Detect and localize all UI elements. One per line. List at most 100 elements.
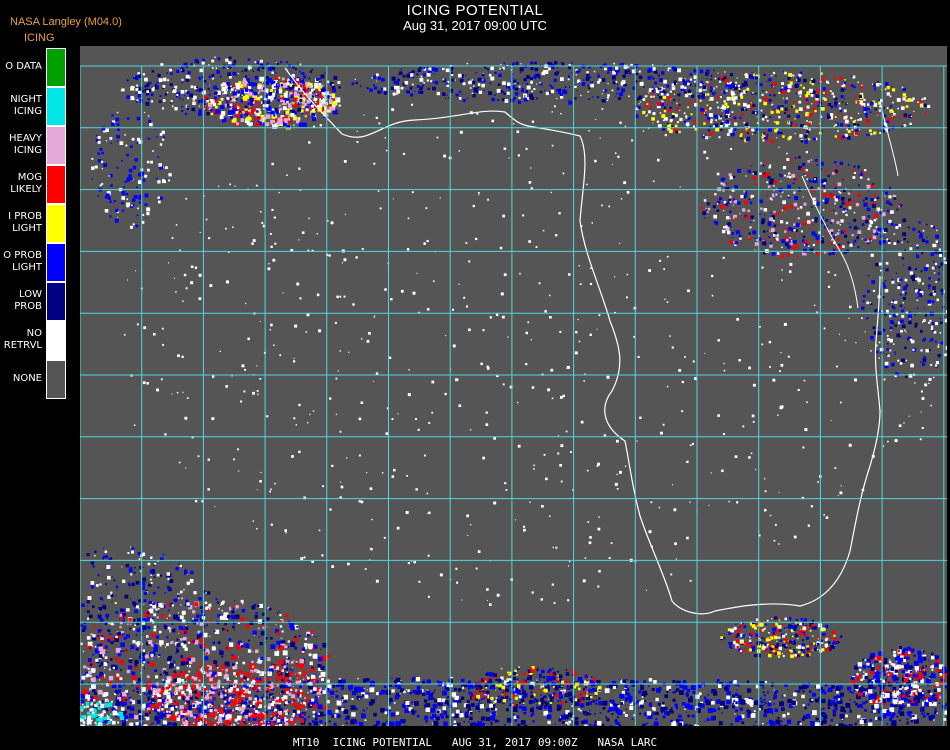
cloud-pixel <box>108 658 111 660</box>
cloud-pixel <box>886 667 888 669</box>
cloud-pixel <box>826 690 829 692</box>
cloud-pixel <box>279 625 283 628</box>
cloud-pixel <box>85 674 89 678</box>
cloud-pixel <box>726 133 730 136</box>
cloud-pixel <box>822 627 826 631</box>
cloud-pixel <box>227 86 231 90</box>
cloud-pixel <box>851 676 855 681</box>
cloud-pixel <box>575 725 580 726</box>
cloud-pixel <box>579 709 582 712</box>
cloud-pixel <box>674 691 677 693</box>
cloud-pixel <box>899 699 901 701</box>
cloud-pixel <box>822 719 827 724</box>
cloud-pixel <box>670 707 673 710</box>
cloud-pixel <box>131 550 134 554</box>
cloud-pixel <box>259 90 261 92</box>
cloud-pixel <box>549 702 552 704</box>
cloud-pixel <box>320 671 326 677</box>
cloud-pixel <box>169 83 173 87</box>
cloud-pixel <box>797 645 802 649</box>
cloud-pixel <box>224 689 227 692</box>
cloud-pixel <box>253 117 257 120</box>
cloud-pixel <box>567 725 569 726</box>
cloud-pixel <box>279 614 282 617</box>
cloud-pixel <box>764 701 767 704</box>
cloud-pixel <box>134 624 136 627</box>
cloud-pixel <box>327 676 330 679</box>
cloud-pixel <box>736 629 741 633</box>
cloud-pixel <box>798 685 803 690</box>
cloud-pixel <box>266 76 269 80</box>
cloud-pixel <box>531 712 535 716</box>
cloud-pixel <box>244 715 248 719</box>
cloud-pixel <box>276 110 279 114</box>
cloud-pixel <box>132 640 136 644</box>
cloud-pixel <box>480 691 484 695</box>
cloud-pixel <box>185 707 188 709</box>
cloud-pixel <box>267 721 270 723</box>
cloud-pixel <box>762 691 765 694</box>
cloud-pixel <box>489 673 494 677</box>
cloud-pixel <box>155 635 160 639</box>
cloud-pixel <box>194 606 197 608</box>
cloud-pixel <box>180 638 183 641</box>
cloud-pixel <box>730 118 732 120</box>
cloud-pixel <box>693 119 697 123</box>
cloud-pixel <box>605 716 608 719</box>
cloud-pixel <box>138 715 144 720</box>
cloud-pixel <box>180 90 185 94</box>
cloud-pixel <box>592 691 594 693</box>
cloud-pixel <box>782 634 786 638</box>
cloud-pixel <box>226 97 230 100</box>
cloud-pixel <box>278 76 281 79</box>
cloud-pixel <box>221 86 226 92</box>
cloud-pixel <box>434 699 438 703</box>
cloud-pixel <box>178 597 180 599</box>
cloud-pixel <box>318 656 323 662</box>
cloud-pixel <box>225 617 227 619</box>
cloud-pixel <box>292 688 295 691</box>
cloud-pixel <box>92 653 95 656</box>
cloud-pixel <box>432 703 437 709</box>
cloud-pixel <box>906 722 909 725</box>
cloud-pixel <box>615 719 617 721</box>
cloud-pixel <box>169 663 174 668</box>
cloud-pixel <box>939 673 943 676</box>
cloud-pixel <box>308 715 310 718</box>
cloud-pixel <box>241 70 244 73</box>
cloud-pixel <box>343 701 345 704</box>
cloud-pixel <box>565 724 568 726</box>
cloud-pixel <box>612 703 616 706</box>
cloud-pixel <box>198 76 201 79</box>
cloud-pixel <box>366 707 368 710</box>
cloud-pixel <box>805 625 807 627</box>
cloud-pixel <box>749 644 752 647</box>
cloud-pixel <box>506 684 508 686</box>
cloud-pixel <box>552 685 555 688</box>
cloud-pixel <box>894 669 898 673</box>
cloud-pixel <box>160 711 164 715</box>
cloud-pixel <box>514 689 519 694</box>
cloud-pixel <box>141 577 146 582</box>
cloud-pixel <box>877 711 880 714</box>
cloud-pixel <box>918 694 923 699</box>
cloud-pixel <box>231 614 236 620</box>
cloud-pixel <box>332 684 336 688</box>
cloud-pixel <box>164 93 167 96</box>
cloud-pixel <box>811 698 814 701</box>
cloud-pixel <box>655 697 659 702</box>
cloud-pixel <box>313 97 317 101</box>
cloud-pixel <box>412 705 414 707</box>
cloud-pixel <box>415 677 420 682</box>
cloud-pixel <box>302 678 305 681</box>
cloud-pixel <box>400 681 403 684</box>
cloud-pixel <box>769 116 772 118</box>
cloud-pixel <box>255 651 257 654</box>
cloud-pixel <box>251 676 255 680</box>
cloud-pixel <box>939 692 942 695</box>
cloud-pixel <box>212 77 214 80</box>
cloud-pixel <box>599 712 602 714</box>
cloud-pixel <box>270 644 276 649</box>
cloud-pixel <box>913 696 915 699</box>
cloud-pixel <box>193 95 197 100</box>
